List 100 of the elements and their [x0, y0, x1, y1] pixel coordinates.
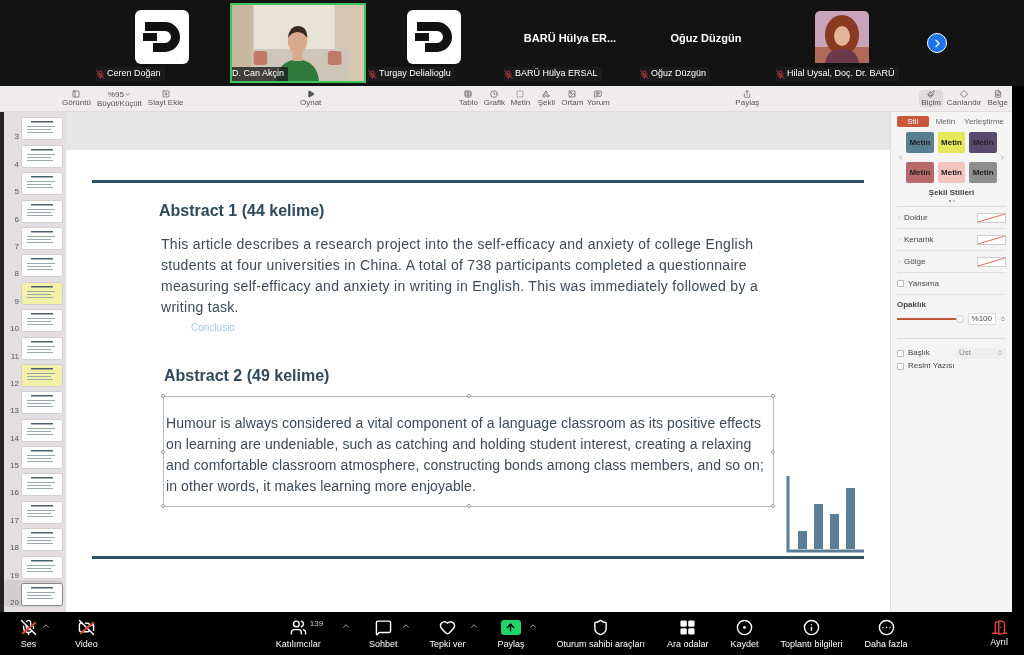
- no-fill-swatch[interactable]: [977, 212, 1006, 223]
- meeting-control[interactable]: Kaydet: [726, 617, 763, 650]
- participant-tile[interactable]: BARÜ Hülya ER... BARÜ Hülya ERSAL: [502, 3, 638, 83]
- shape-style-swatch[interactable]: Metin: [969, 162, 997, 183]
- toolbar-button[interactable]: Slayt Ekle: [147, 90, 184, 107]
- opacity-field[interactable]: %100: [967, 313, 996, 325]
- shield-icon: [592, 619, 610, 636]
- meeting-control[interactable]: Video: [71, 617, 102, 650]
- meeting-control[interactable]: Sohbet: [364, 617, 402, 650]
- participant-tile[interactable]: Oğuz Düzgün Oğuz Düzgün: [638, 3, 774, 83]
- leave-icon: [990, 619, 1008, 636]
- meeting-control[interactable]: Ara odalar: [663, 617, 713, 650]
- inspector-tab[interactable]: Canlandır: [944, 90, 984, 107]
- slide-number: 17: [9, 515, 19, 525]
- meeting-control[interactable]: Ses: [16, 617, 41, 650]
- insert-icon: [464, 90, 473, 98]
- slide-thumbnail[interactable]: [21, 500, 63, 524]
- insert-icon: [542, 90, 551, 98]
- insert-icon: [568, 90, 577, 98]
- shape-style-swatch[interactable]: Metin: [906, 132, 934, 153]
- insert-button[interactable]: Tablo: [456, 90, 481, 107]
- meeting-control[interactable]: Oturum sahibi araçları: [552, 617, 649, 650]
- slide-thumbnail[interactable]: [21, 391, 63, 415]
- participant-tile[interactable]: Turgay Delialioglu: [366, 3, 502, 83]
- participant-tile[interactable]: Ceren Doğan: [94, 3, 230, 83]
- participant-tile[interactable]: Hilal Uysal, Doç. Dr. BARÜ: [774, 3, 910, 83]
- meeting-control[interactable]: Toplantı bilgileri: [776, 617, 847, 650]
- slide-number: 10: [9, 324, 19, 334]
- inspector-icon: [993, 90, 1002, 98]
- toolbar-button[interactable]: Görüntü: [62, 90, 91, 107]
- participant-name: BARÜ Hülya ERSAL: [515, 67, 598, 81]
- slide-number: 20: [9, 598, 19, 608]
- format-tab[interactable]: Stil: [897, 115, 929, 127]
- insert-button[interactable]: Şekil: [534, 90, 559, 107]
- participants-icon: [289, 619, 307, 636]
- checkbox[interactable]: [897, 349, 904, 357]
- slide-number: 14: [9, 433, 19, 443]
- leave-button[interactable]: Ayrıl: [990, 619, 1008, 648]
- next-page-button[interactable]: [927, 33, 947, 53]
- checkbox[interactable]: [897, 362, 904, 370]
- slide-thumbnail[interactable]: [21, 144, 63, 168]
- ghost-text: Conclusio: [191, 321, 235, 335]
- slide-thumbnail[interactable]: [21, 473, 63, 497]
- format-tab[interactable]: Yerleştirme: [962, 115, 1006, 127]
- inspector-tab[interactable]: Belge: [985, 90, 1010, 107]
- insert-button[interactable]: Yorum: [586, 90, 611, 107]
- slide-number: 4: [13, 159, 19, 169]
- participant-name: Oğuz Düzgün: [651, 67, 707, 81]
- share-icon: [743, 90, 752, 98]
- slide-thumbnail[interactable]: [21, 254, 63, 278]
- no-fill-swatch[interactable]: [977, 234, 1006, 245]
- slide-thumbnail[interactable]: [21, 363, 63, 387]
- slide-thumbnail[interactable]: [21, 418, 63, 442]
- shape-style-swatch[interactable]: Metin: [937, 162, 966, 183]
- slide-number: 16: [9, 488, 19, 498]
- insert-button[interactable]: Ortam: [560, 90, 585, 107]
- logo-icon: [407, 10, 461, 64]
- shape-style-swatch[interactable]: Metin: [937, 132, 966, 153]
- checkbox[interactable]: [897, 280, 904, 287]
- slide-thumbnail[interactable]: [21, 555, 63, 579]
- meeting-control[interactable]: Tepki ver: [425, 617, 470, 650]
- insert-icon: [594, 90, 603, 98]
- slide-number: 15: [9, 461, 19, 471]
- slide-thumbnail[interactable]: [21, 172, 63, 196]
- insert-icon: [516, 90, 525, 98]
- slide-thumbnail[interactable]: [21, 583, 63, 607]
- insert-button[interactable]: Grafik: [482, 90, 507, 107]
- slide-heading: Abstract 2 (49 kelime): [164, 366, 331, 386]
- participant-count: 139: [309, 617, 324, 630]
- meeting-control[interactable]: Paylaş: [493, 617, 529, 650]
- selected-text-box[interactable]: [163, 396, 774, 507]
- row-label: Gölge: [904, 255, 926, 268]
- slide-thumbnail[interactable]: [21, 446, 63, 470]
- slide-thumbnail[interactable]: [21, 336, 63, 360]
- participant-tile[interactable]: D. Can Akçin: [230, 3, 366, 83]
- meeting-control[interactable]: Daha fazla: [860, 617, 912, 650]
- play-icon: [306, 90, 315, 98]
- format-tab[interactable]: Metin: [929, 115, 962, 127]
- slide-thumbnail[interactable]: [21, 226, 63, 250]
- meeting-control[interactable]: 139 Katılımcılar: [271, 617, 325, 650]
- caret-icon: [123, 90, 131, 98]
- play-button[interactable]: Oynat: [300, 90, 322, 107]
- slide-thumbnail[interactable]: [21, 117, 63, 141]
- slide-thumbnail[interactable]: [21, 528, 63, 552]
- slide-thumbnail[interactable]: [21, 199, 63, 223]
- toolbar-button[interactable]: %95 Büyüt/Küçült: [96, 89, 142, 108]
- inspector-tab[interactable]: Biçim: [919, 90, 943, 107]
- no-fill-swatch[interactable]: [977, 256, 1006, 267]
- slide-number: 11: [9, 351, 19, 361]
- slide-thumbnail[interactable]: [21, 309, 63, 333]
- share-button[interactable]: Paylaş: [735, 90, 760, 107]
- insert-button[interactable]: Metin: [508, 90, 533, 107]
- participant-name: Turgay Delialioglu: [379, 67, 451, 81]
- slide-heading: Abstract 1 (44 kelime): [159, 201, 326, 221]
- slide-number: 8: [13, 269, 19, 279]
- slide-number: 13: [9, 406, 19, 416]
- sidebar-icon: [72, 90, 81, 98]
- slide-thumbnail[interactable]: [21, 281, 63, 305]
- bar-chart-icon: [786, 476, 864, 554]
- shape-style-swatch[interactable]: Metin: [906, 162, 934, 183]
